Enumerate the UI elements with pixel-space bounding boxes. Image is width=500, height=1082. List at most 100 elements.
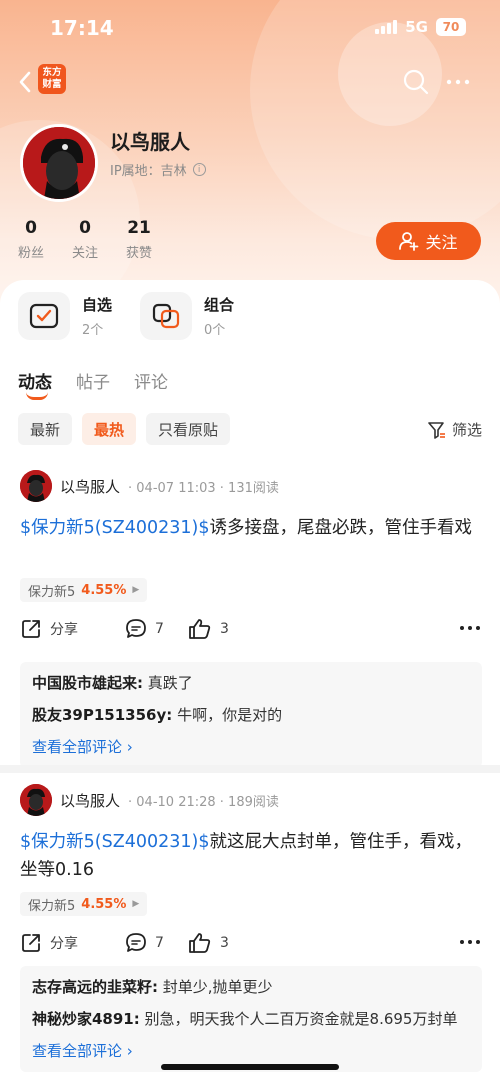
post-content[interactable]: $保力新5(SZ400231)$就这屁大点封单，管住手，看戏，坐等0.16 (20, 828, 482, 884)
filter-button[interactable]: 筛选 (428, 419, 482, 440)
like-button[interactable]: 3 (188, 932, 248, 954)
post-actions: 分享 7 3 (20, 618, 482, 640)
post-divider (0, 765, 500, 773)
share-button[interactable]: 分享 (20, 932, 125, 954)
profile-username: 以鸟服人 (110, 130, 190, 154)
portfolio-count: 0个 (204, 323, 226, 338)
share-icon (22, 934, 40, 952)
follow-button-label: 关注 (425, 233, 458, 252)
tab-activity[interactable]: 动态 (18, 368, 52, 393)
profile-stats: 0 粉丝 0 关注 21 获赞 (18, 218, 152, 261)
like-button[interactable]: 3 (188, 618, 248, 640)
comment-preview[interactable]: 志存高远的韭菜籽: 封单少,抛单更少 神秘炒家4891: 别急，明天我个人二百万… (20, 966, 482, 1072)
thumbs-up-icon (189, 619, 211, 639)
avatar-portrait-icon (20, 784, 52, 816)
thumbs-up-icon (189, 933, 211, 953)
stock-tag[interactable]: 保力新5 4.55% ▶ (20, 892, 148, 916)
comment-icon (126, 619, 146, 638)
home-indicator[interactable] (161, 1064, 339, 1070)
see-all-comments-link[interactable]: 查看全部评论 › (32, 1040, 470, 1062)
see-all-label: 查看全部评论 (32, 738, 123, 756)
post-card[interactable]: 以鸟服人 · 04-10 21:28 · 189阅读 $保力新5(SZ40023… (0, 784, 500, 1082)
comment-user[interactable]: 志存高远的韭菜籽: (32, 978, 158, 996)
signal-icon (375, 20, 398, 34)
comment-button[interactable]: 7 (125, 932, 188, 954)
quick-cards: 自选 2个 组合 0个 (18, 292, 234, 340)
post-content[interactable]: $保力新5(SZ400231)$诱多接盘，尾盘必跌，管住手看戏 (20, 514, 482, 542)
portfolio-card[interactable]: 组合 0个 (140, 292, 234, 340)
see-all-label: 查看全部评论 (32, 1042, 123, 1060)
post-author-avatar[interactable] (20, 784, 52, 816)
chip-original-only[interactable]: 只看原贴 (146, 413, 231, 445)
active-tab-indicator (26, 392, 48, 400)
comment-preview[interactable]: 中国股市雄起来: 真跌了 股友39P151356y: 牛啊，你是对的 查看全部评… (20, 662, 482, 768)
add-user-icon (399, 232, 419, 251)
comment-count: 7 (155, 621, 164, 637)
follow-button[interactable]: 关注 (376, 222, 481, 260)
post-author-name[interactable]: 以鸟服人 (60, 790, 120, 811)
share-button[interactable]: 分享 (20, 618, 125, 640)
stock-tag-change: 4.55% (81, 582, 127, 598)
comment-text: 牛啊，你是对的 (177, 706, 283, 724)
chevron-right-icon: › (126, 738, 133, 756)
back-icon[interactable] (14, 68, 38, 96)
comment-count: 7 (155, 935, 164, 951)
tab-comments[interactable]: 评论 (134, 368, 168, 393)
filter-icon (428, 421, 445, 439)
comment-item: 中国股市雄起来: 真跌了 (32, 672, 470, 694)
stock-tag[interactable]: 保力新5 4.55% ▶ (20, 578, 148, 602)
watchlist-icon-box (18, 292, 70, 340)
search-icon[interactable] (402, 68, 430, 96)
comment-item: 志存高远的韭菜籽: 封单少,抛单更少 (32, 976, 470, 998)
stat-following[interactable]: 0 关注 (72, 218, 98, 261)
post-card[interactable]: 以鸟服人 · 04-07 11:03 · 131阅读 $保力新5(SZ40023… (0, 470, 500, 768)
chevron-right-icon: ▶ (132, 899, 140, 909)
comment-text: 真跌了 (147, 674, 193, 692)
portfolio-icon (152, 303, 180, 329)
comment-user[interactable]: 中国股市雄起来: (32, 674, 143, 692)
stat-number: 0 (79, 218, 91, 238)
share-label: 分享 (50, 936, 78, 952)
stock-link[interactable]: $保力新5(SZ400231)$ (20, 518, 209, 538)
comment-user[interactable]: 股友39P151356y: (32, 706, 172, 724)
share-icon (22, 620, 40, 638)
filter-label: 筛选 (451, 421, 482, 439)
comment-button[interactable]: 7 (125, 618, 188, 640)
watchlist-card[interactable]: 自选 2个 (18, 292, 112, 340)
watchlist-title: 自选 (82, 296, 113, 314)
stat-number: 0 (25, 218, 37, 238)
comment-item: 神秘炒家4891: 别急，明天我个人二百万资金就是8.695万封单 (32, 1008, 470, 1030)
post-header: 以鸟服人 · 04-07 11:03 · 131阅读 (20, 470, 279, 502)
info-icon[interactable]: i (192, 163, 206, 176)
battery-icon: 70 (436, 18, 466, 36)
stat-likes[interactable]: 21 获赞 (126, 218, 152, 261)
stat-label: 粉丝 (18, 246, 45, 261)
app-logo[interactable]: 东方财富 (38, 64, 66, 94)
avatar-portrait-icon (20, 470, 52, 502)
tab-posts[interactable]: 帖子 (76, 368, 110, 393)
post-author-avatar[interactable] (20, 470, 52, 502)
more-options-icon[interactable] (444, 68, 472, 96)
see-all-comments-link[interactable]: 查看全部评论 › (32, 736, 470, 758)
watchlist-count: 2个 (82, 323, 104, 338)
stock-tag-name: 保力新5 (28, 898, 76, 914)
stock-link[interactable]: $保力新5(SZ400231)$ (20, 832, 209, 852)
chevron-right-icon: › (126, 1042, 133, 1060)
portfolio-icon-box (140, 292, 193, 340)
profile-avatar[interactable] (20, 124, 98, 202)
post-body-text: 诱多接盘，尾盘必跌，管住手看戏 (209, 518, 472, 538)
stat-followers[interactable]: 0 粉丝 (18, 218, 44, 261)
post-more-icon[interactable] (458, 618, 482, 638)
comment-user[interactable]: 神秘炒家4891: (32, 1010, 140, 1028)
filter-chips: 最新 最热 只看原贴 (18, 413, 231, 445)
profile-tabs: 动态 帖子 评论 (18, 368, 168, 393)
chip-hottest[interactable]: 最热 (82, 413, 137, 445)
content-panel: 自选 2个 组合 0个 动态 帖子 评论 最新 最热 只看原贴 筛选 以鸟服人 … (0, 280, 500, 1082)
chip-latest[interactable]: 最新 (18, 413, 73, 445)
share-label: 分享 (50, 622, 78, 638)
comment-text: 封单少,抛单更少 (162, 978, 273, 996)
post-author-name[interactable]: 以鸟服人 (60, 476, 120, 497)
post-more-icon[interactable] (458, 932, 482, 952)
post-header: 以鸟服人 · 04-10 21:28 · 189阅读 (20, 784, 279, 816)
portfolio-title: 组合 (204, 296, 235, 314)
